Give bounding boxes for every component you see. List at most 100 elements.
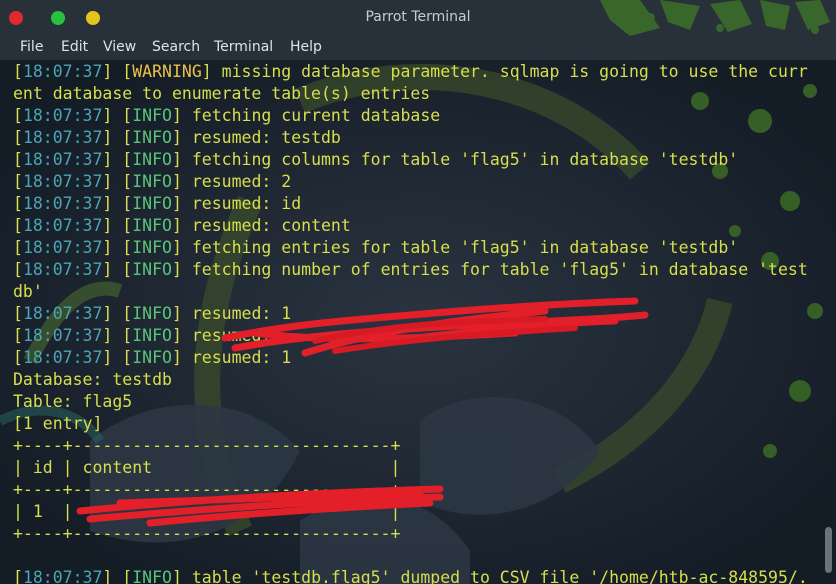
bracket: ] [ (102, 304, 133, 323)
output-text: Table: flag5 (13, 392, 133, 411)
bracket: [ (13, 106, 23, 125)
log-lines: [18:07:37] [WARNING] missing database pa… (13, 61, 813, 584)
log-message: fetching number of entries for table 'fl… (191, 260, 808, 279)
title-bar: Parrot Terminal (0, 0, 836, 36)
log-line: Database: testdb (13, 369, 813, 391)
bracket: [ (13, 194, 23, 213)
bracket: ] [ (102, 326, 133, 345)
bracket: ] (171, 238, 192, 257)
log-level: INFO (132, 348, 172, 367)
log-message: resumed: testdb (191, 128, 341, 147)
log-message: table 'testdb.flag5' dumped to CSV file … (191, 568, 808, 584)
log-timestamp: 18:07:37 (22, 326, 103, 345)
bracket: ] (171, 128, 192, 147)
bracket: [ (13, 150, 23, 169)
log-timestamp: 18:07:37 (22, 216, 103, 235)
output-text: +----+--------------------------------+ (13, 524, 401, 543)
log-line: [18:07:37] [INFO] table 'testdb.flag5' d… (13, 567, 813, 584)
output-text: +----+--------------------------------+ (13, 480, 401, 499)
bracket: ] (171, 348, 192, 367)
log-timestamp: 18:07:37 (22, 304, 103, 323)
bracket: [ (13, 326, 23, 345)
output-text: +----+--------------------------------+ (13, 436, 401, 455)
log-level: INFO (132, 106, 172, 125)
log-line: [18:07:37] [INFO] resumed: id (13, 193, 813, 215)
bracket: ] (201, 62, 222, 81)
log-line: +----+--------------------------------+ (13, 479, 813, 501)
log-timestamp: 18:07:37 (22, 260, 103, 279)
log-message: resumed: 1 (191, 348, 292, 367)
bracket: [ (13, 216, 23, 235)
log-line: [18:07:37] [WARNING] missing database pa… (13, 61, 813, 83)
log-timestamp: 18:07:37 (22, 348, 103, 367)
menu-terminal[interactable]: Terminal (214, 39, 273, 55)
log-line: | 1 | | (13, 501, 813, 523)
bracket: [ (13, 238, 23, 257)
log-line: [18:07:37] [INFO] resumed: 2 (13, 171, 813, 193)
log-line: [18:07:37] [INFO] resumed: content (13, 215, 813, 237)
menu-file[interactable]: File (20, 39, 43, 55)
bracket: ] [ (102, 238, 133, 257)
log-message: missing database parameter. sqlmap is go… (221, 62, 808, 81)
log-timestamp: 18:07:37 (22, 128, 103, 147)
scroll-thumb[interactable] (825, 527, 832, 573)
log-line: [18:07:37] [INFO] fetching entries for t… (13, 237, 813, 259)
log-level: INFO (132, 172, 172, 191)
log-message: resumed: 1 (191, 304, 292, 323)
log-continuation: db' (13, 282, 43, 301)
log-line: [18:07:37] [INFO] fetching number of ent… (13, 259, 813, 281)
bracket: ] [ (102, 150, 133, 169)
log-timestamp: 18:07:37 (22, 150, 103, 169)
log-line: Table: flag5 (13, 391, 813, 413)
menu-help[interactable]: Help (290, 39, 322, 55)
bracket: ] (171, 568, 192, 584)
log-line: [18:07:37] [INFO] fetching columns for t… (13, 149, 813, 171)
log-level: INFO (132, 128, 172, 147)
menu-search[interactable]: Search (152, 39, 200, 55)
bracket: ] [ (102, 216, 133, 235)
bracket: ] (171, 194, 192, 213)
log-level: INFO (132, 238, 172, 257)
log-level: INFO (132, 326, 172, 345)
log-level: INFO (132, 194, 172, 213)
bracket: ] [ (102, 106, 133, 125)
log-timestamp: 18:07:37 (22, 172, 103, 191)
bracket: ] [ (102, 194, 133, 213)
bracket: ] [ (102, 172, 133, 191)
bracket: ] (171, 260, 192, 279)
menu-edit[interactable]: Edit (61, 39, 88, 55)
output-text: | id | content | (13, 458, 401, 477)
log-line: +----+--------------------------------+ (13, 523, 813, 545)
log-message: resumed: id (191, 194, 302, 213)
scrollbar[interactable] (824, 67, 832, 577)
log-line: [18:07:37] [INFO] fetching current datab… (13, 105, 813, 127)
log-message: resumed: 2 (191, 172, 292, 191)
log-timestamp: 18:07:37 (22, 568, 103, 584)
log-level: INFO (132, 568, 172, 584)
terminal-output[interactable]: [18:07:37] [WARNING] missing database pa… (0, 61, 836, 584)
log-line: [18:07:37] [INFO] resumed: (13, 325, 813, 347)
log-level: INFO (132, 216, 172, 235)
log-line: [18:07:37] [INFO] resumed: 1 (13, 303, 813, 325)
bracket: [ (13, 172, 23, 191)
log-line: [18:07:37] [INFO] resumed: testdb (13, 127, 813, 149)
bracket: ] (171, 150, 192, 169)
log-timestamp: 18:07:37 (22, 62, 103, 81)
log-timestamp: 18:07:37 (22, 106, 103, 125)
menu-view[interactable]: View (103, 39, 136, 55)
log-line: db' (13, 281, 813, 303)
bracket: ] (171, 106, 192, 125)
terminal-window: Parrot Terminal File Edit View Search Te… (0, 0, 836, 584)
bracket: ] [ (102, 348, 133, 367)
output-text: | 1 | | (13, 502, 401, 521)
log-level: INFO (132, 304, 172, 323)
log-message: resumed: content (191, 216, 351, 235)
log-timestamp: 18:07:37 (22, 194, 103, 213)
bracket: [ (13, 128, 23, 147)
log-continuation: ent database to enumerate table(s) entri… (13, 84, 431, 103)
bracket: [ (13, 304, 23, 323)
bracket: ] (171, 326, 192, 345)
log-message: fetching current database (191, 106, 441, 125)
log-line: +----+--------------------------------+ (13, 435, 813, 457)
